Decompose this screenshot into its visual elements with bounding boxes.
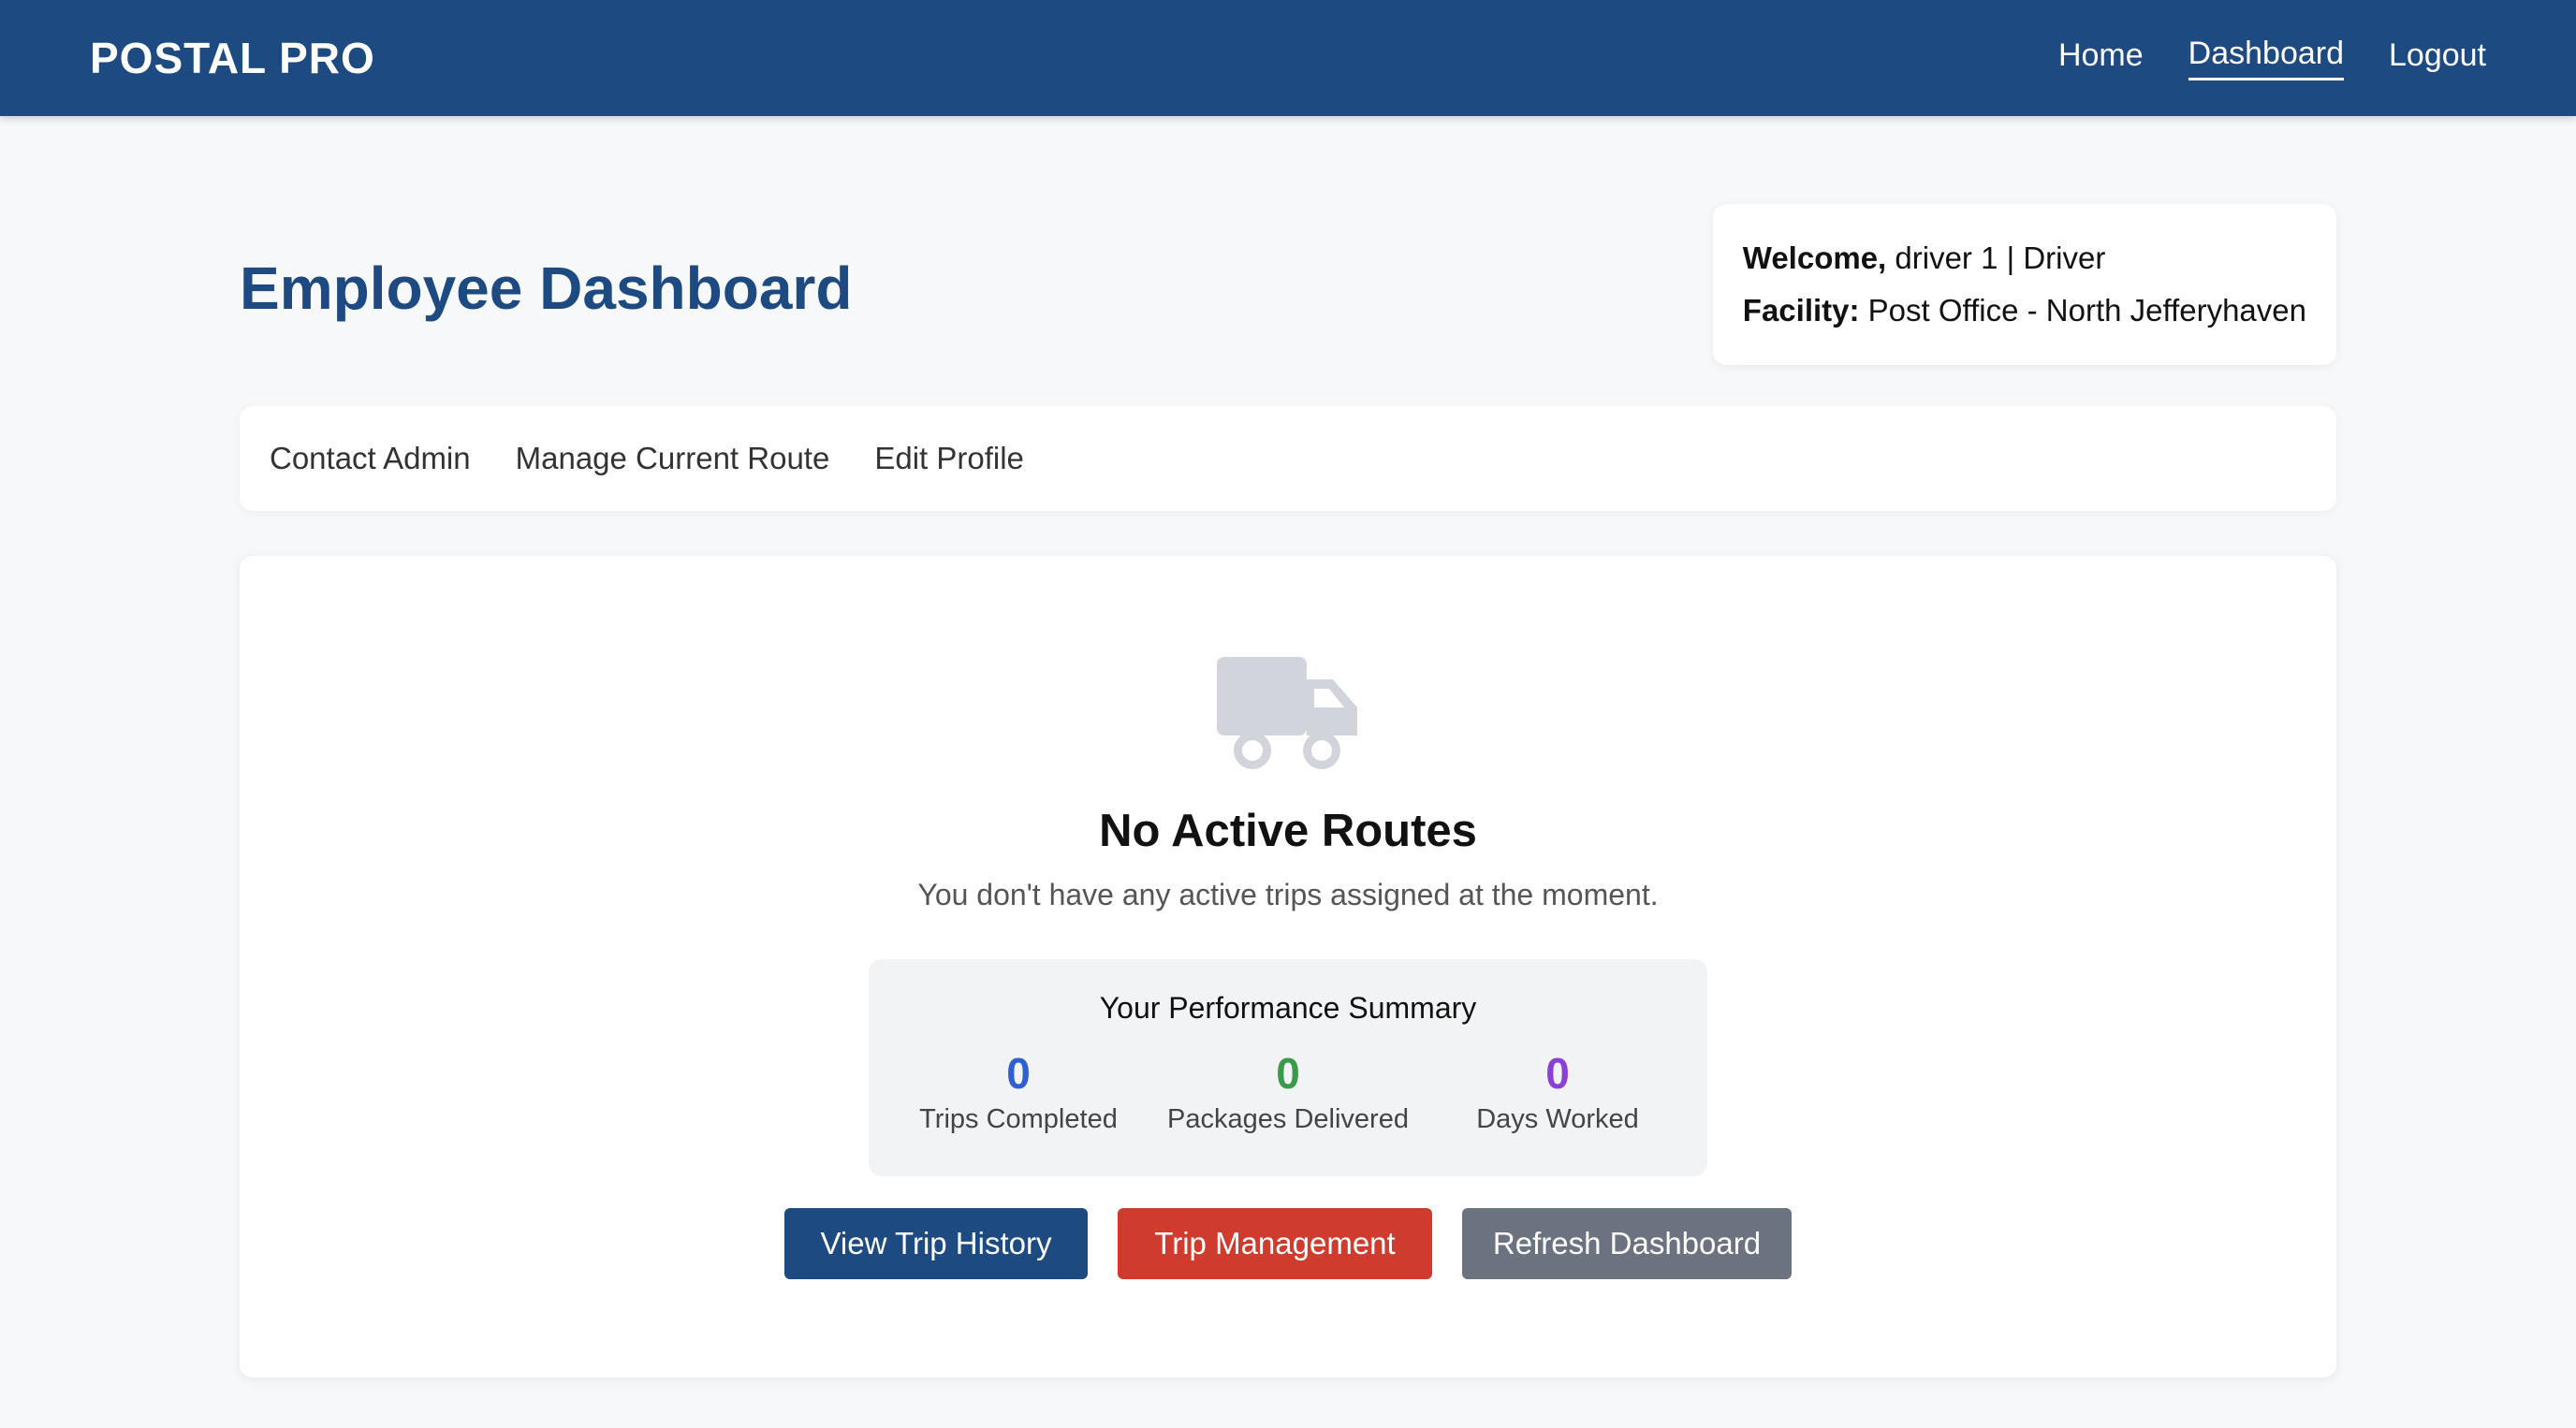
edit-profile-link[interactable]: Edit Profile <box>874 441 1024 476</box>
nav-home-link[interactable]: Home <box>2058 37 2144 80</box>
empty-state-title: No Active Routes <box>1099 806 1477 856</box>
trip-management-button[interactable]: Trip Management <box>1118 1208 1432 1279</box>
nav-logout-link[interactable]: Logout <box>2389 37 2486 80</box>
performance-title: Your Performance Summary <box>1099 991 1477 1025</box>
truck-icon <box>1217 657 1357 769</box>
action-buttons: View Trip History Trip Management Refres… <box>784 1208 1792 1279</box>
days-worked-value: 0 <box>1545 1049 1570 1098</box>
days-worked-label: Days Worked <box>1476 1104 1639 1134</box>
contact-admin-link[interactable]: Contact Admin <box>270 441 471 476</box>
facility-label: Facility: <box>1742 293 1860 328</box>
trips-completed-value: 0 <box>1006 1049 1031 1098</box>
welcome-label: Welcome, <box>1742 240 1887 275</box>
welcome-user: driver 1 | Driver <box>1895 240 2106 275</box>
manage-current-route-link[interactable]: Manage Current Route <box>516 441 830 476</box>
packages-delivered-label: Packages Delivered <box>1167 1104 1409 1134</box>
stat-days-worked: 0 Days Worked <box>1423 1050 1692 1135</box>
empty-state-subtitle: You don't have any active trips assigned… <box>917 878 1659 911</box>
performance-stats: 0 Trips Completed 0 Packages Delivered 0… <box>884 1050 1692 1135</box>
facility-value: Post Office - North Jefferyhaven <box>1867 293 2306 328</box>
page-title: Employee Dashboard <box>240 255 853 322</box>
nav-dashboard-link[interactable]: Dashboard <box>2188 36 2344 80</box>
stat-trips-completed: 0 Trips Completed <box>884 1050 1153 1135</box>
trips-completed-label: Trips Completed <box>919 1104 1118 1134</box>
header-row: Employee Dashboard Welcome, driver 1 | D… <box>240 204 2336 365</box>
packages-delivered-value: 0 <box>1276 1049 1300 1098</box>
performance-summary: Your Performance Summary 0 Trips Complet… <box>869 959 1707 1176</box>
brand-logo[interactable]: POSTAL PRO <box>90 33 375 83</box>
stat-packages-delivered: 0 Packages Delivered <box>1153 1050 1423 1135</box>
sub-navigation: Contact Admin Manage Current Route Edit … <box>240 406 2336 511</box>
refresh-dashboard-button[interactable]: Refresh Dashboard <box>1462 1208 1792 1279</box>
facility-line: Facility: Post Office - North Jefferyhav… <box>1743 284 2306 337</box>
view-trip-history-button[interactable]: View Trip History <box>784 1208 1088 1279</box>
top-navbar: POSTAL PRO Home Dashboard Logout <box>0 0 2576 116</box>
nav-links: Home Dashboard Logout <box>2058 36 2486 80</box>
active-routes-card: No Active Routes You don't have any acti… <box>240 556 2336 1377</box>
welcome-line: Welcome, driver 1 | Driver <box>1743 232 2306 284</box>
welcome-card: Welcome, driver 1 | Driver Facility: Pos… <box>1712 204 2336 365</box>
dashboard-container: Employee Dashboard Welcome, driver 1 | D… <box>240 204 2336 1377</box>
